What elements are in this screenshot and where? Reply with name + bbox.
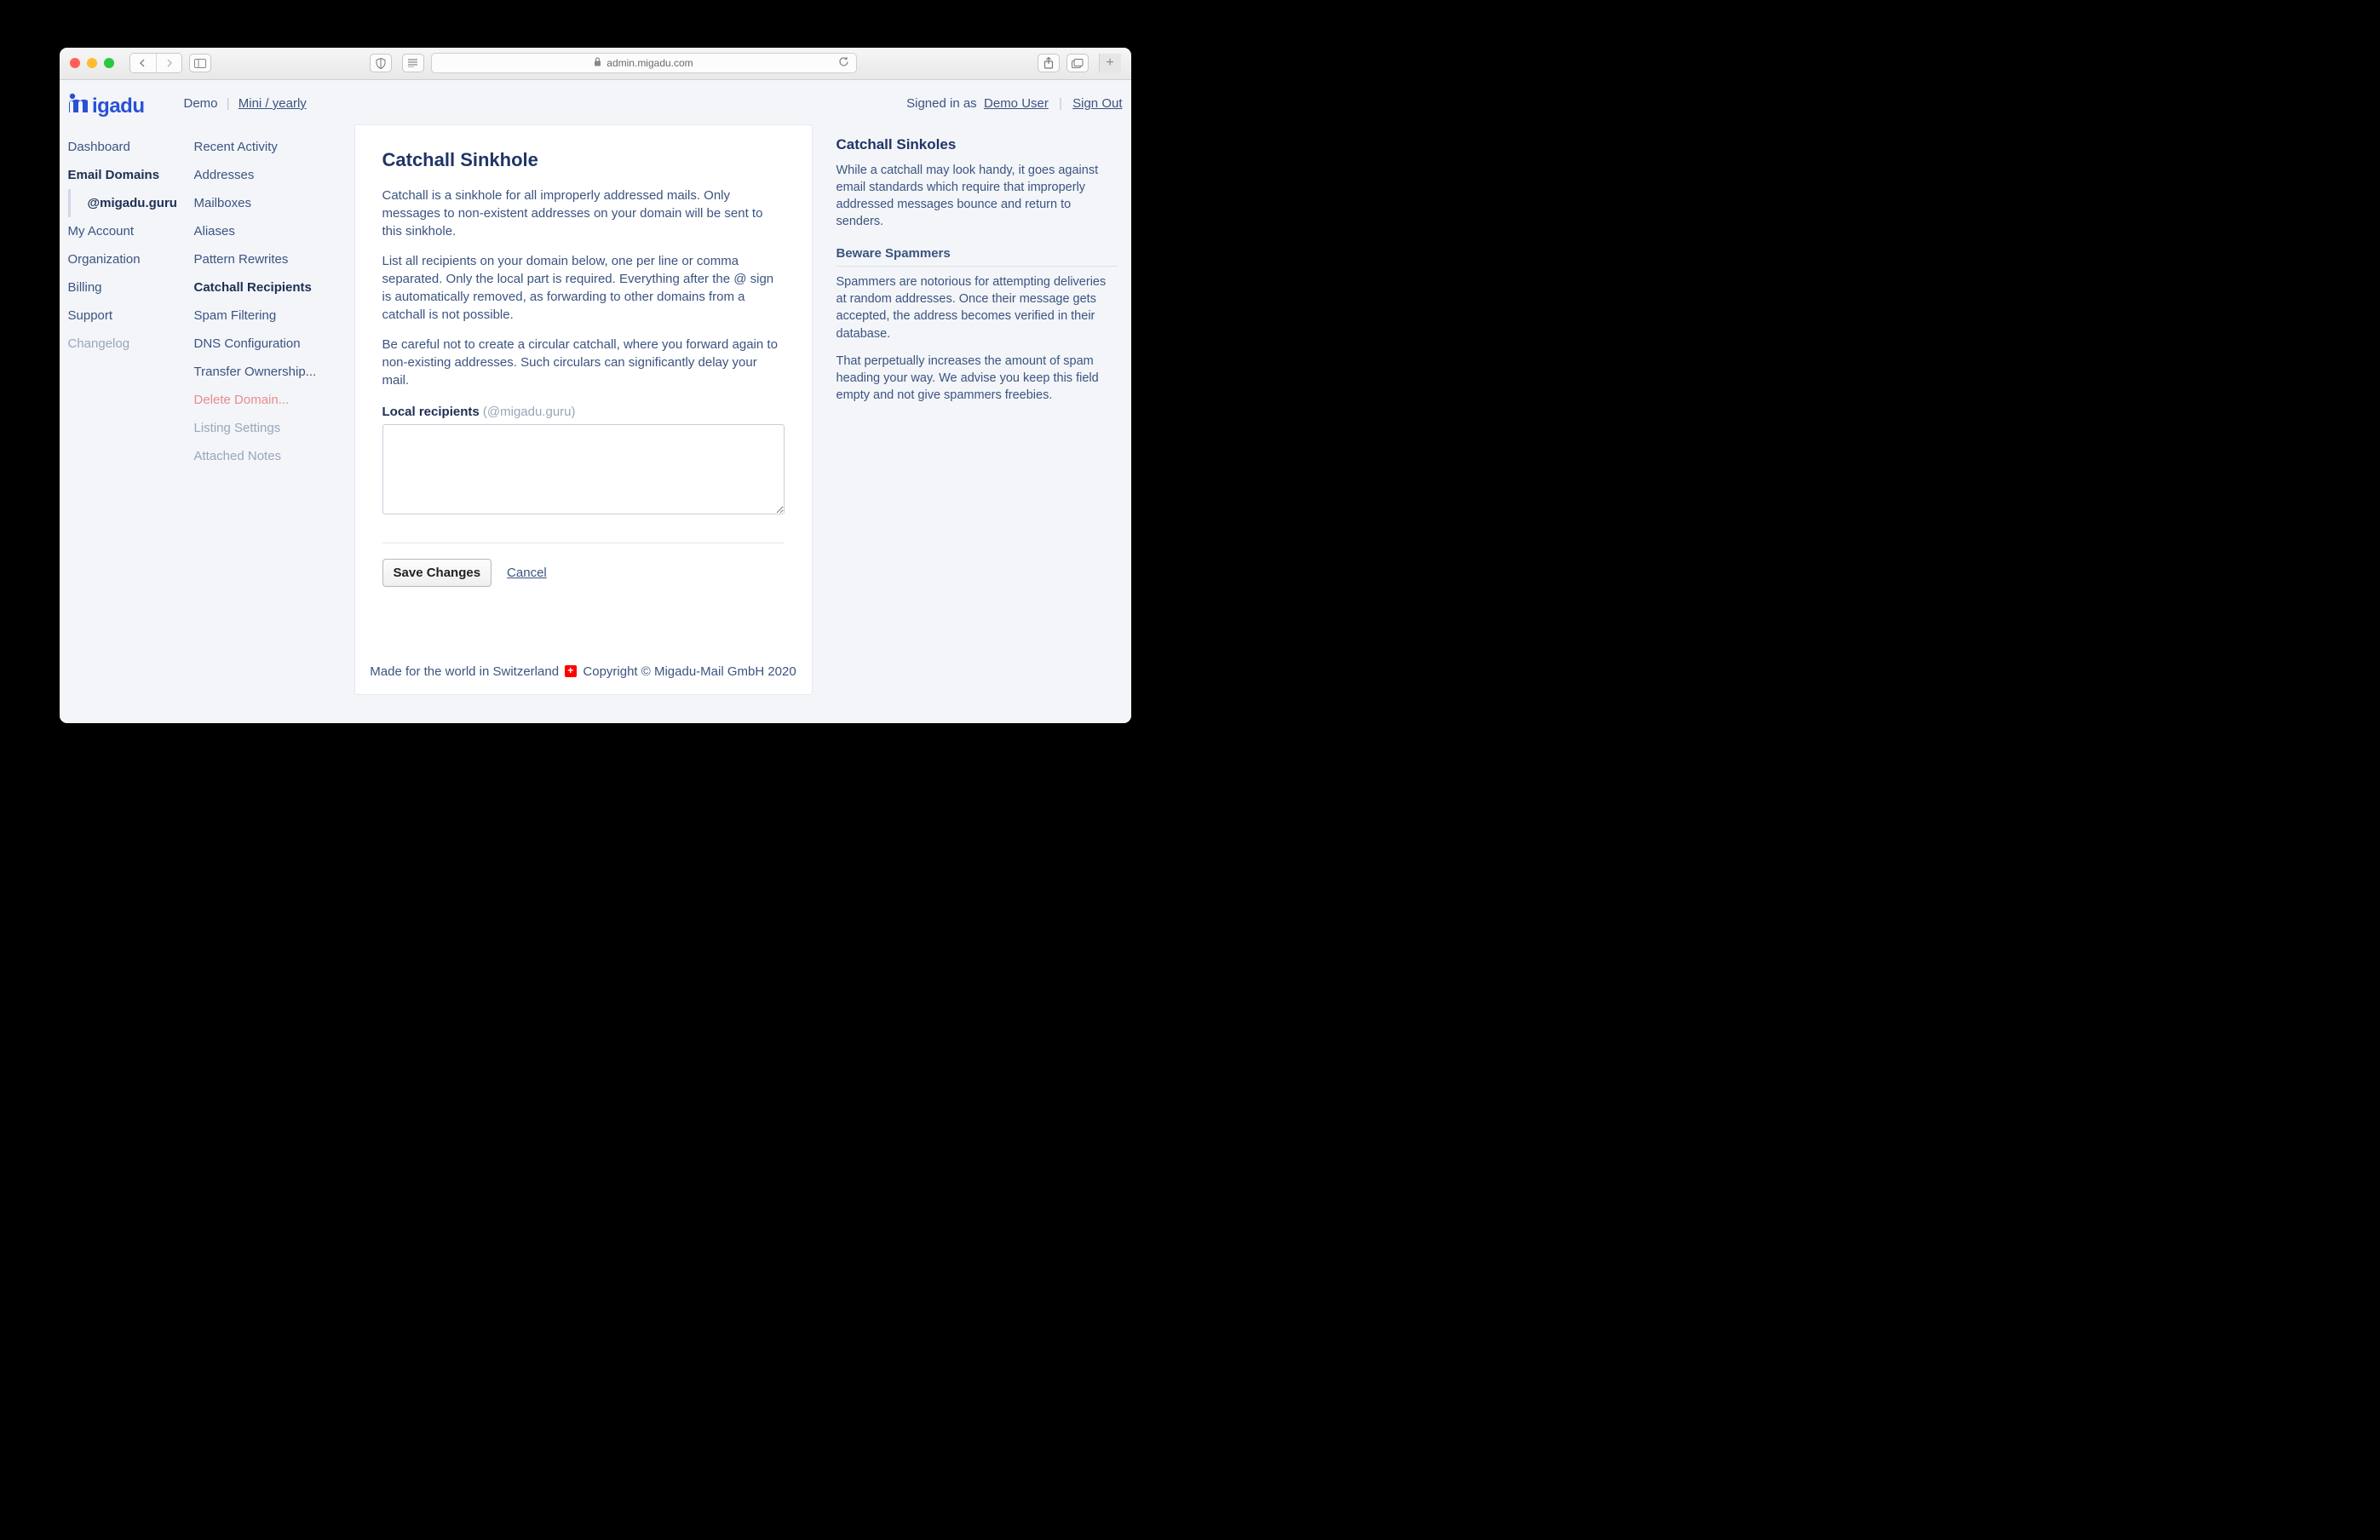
back-button[interactable] — [130, 54, 156, 72]
nav-dns-configuration[interactable]: DNS Configuration — [194, 330, 346, 358]
main-column: Catchall Sinkhole Catchall is a sinkhole… — [354, 124, 813, 695]
reload-button[interactable] — [838, 56, 849, 70]
page-title: Catchall Sinkhole — [382, 149, 785, 171]
maximize-window-button[interactable] — [104, 58, 114, 68]
aside-heading-1: Catchall Sinkoles — [836, 136, 1118, 153]
footer: Made for the world in Switzerland Copyri… — [355, 664, 812, 679]
form-actions: Save Changes Cancel — [382, 559, 785, 587]
intro-p2: List all recipients on your domain below… — [382, 252, 785, 324]
intro-p3: Be careful not to create a circular catc… — [382, 336, 785, 389]
forward-button[interactable] — [156, 54, 181, 72]
sidebar-toggle-button[interactable] — [189, 54, 211, 72]
page-content: igadu Demo | Mini / yearly Signed in as … — [60, 80, 1131, 723]
nav-billing[interactable]: Billing — [68, 273, 194, 302]
aside-heading-2: Beware Spammers — [836, 246, 1118, 267]
nav-addresses[interactable]: Addresses — [194, 161, 346, 189]
intro-p1: Catchall is a sinkhole for all improperl… — [382, 187, 785, 240]
svg-text:igadu: igadu — [92, 95, 145, 118]
nav-aliases[interactable]: Aliases — [194, 217, 346, 245]
nav-domain-current[interactable]: @migadu.guru — [68, 189, 194, 217]
browser-chrome: admin.migadu.com + — [60, 48, 1131, 80]
footer-right: Copyright © Migadu-Mail GmbH 2020 — [583, 664, 796, 679]
tabs-button[interactable] — [1066, 54, 1089, 72]
signed-in-label: Signed in as — [906, 96, 977, 111]
recipients-textarea[interactable] — [382, 424, 785, 514]
nav-recent-activity[interactable]: Recent Activity — [194, 133, 346, 161]
share-button[interactable] — [1038, 54, 1060, 72]
user-link[interactable]: Demo User — [984, 96, 1049, 111]
header-right: Signed in as Demo User | Sign Out — [906, 96, 1122, 111]
url-text: admin.migadu.com — [606, 57, 693, 69]
nav-email-domains[interactable]: Email Domains — [68, 161, 194, 189]
nav-catchall-recipients[interactable]: Catchall Recipients — [194, 273, 346, 302]
breadcrumb-demo: Demo — [184, 96, 218, 111]
sign-out-link[interactable]: Sign Out — [1072, 96, 1122, 111]
nav-dashboard[interactable]: Dashboard — [68, 133, 194, 161]
reader-button[interactable] — [402, 54, 424, 72]
nav-organization[interactable]: Organization — [68, 245, 194, 273]
nav-changelog[interactable]: Changelog — [68, 330, 194, 358]
logo[interactable]: igadu — [68, 90, 169, 118]
nav-listing-settings[interactable]: Listing Settings — [194, 414, 346, 442]
breadcrumb-plan-link[interactable]: Mini / yearly — [239, 96, 307, 111]
privacy-shield-button[interactable] — [370, 54, 392, 72]
nav-transfer-ownership[interactable]: Transfer Ownership... — [194, 358, 346, 386]
minimize-window-button[interactable] — [87, 58, 97, 68]
nav-mailboxes[interactable]: Mailboxes — [194, 189, 346, 217]
lock-icon — [594, 57, 601, 69]
nav-secondary: Recent Activity Addresses Mailboxes Alia… — [194, 124, 346, 695]
recipients-label: Local recipients (@migadu.guru) — [382, 405, 785, 419]
breadcrumb: Demo | Mini / yearly — [184, 96, 307, 111]
page-header: igadu Demo | Mini / yearly Signed in as … — [60, 80, 1131, 124]
close-window-button[interactable] — [70, 58, 80, 68]
footer-left: Made for the world in Switzerland — [370, 664, 559, 679]
browser-window: admin.migadu.com + igadu — [60, 48, 1131, 723]
nav-my-account[interactable]: My Account — [68, 217, 194, 245]
cancel-link[interactable]: Cancel — [507, 566, 547, 580]
aside-p1: While a catchall may look handy, it goes… — [836, 162, 1118, 231]
save-button[interactable]: Save Changes — [382, 559, 492, 587]
aside-p2: Spammers are notorious for attempting de… — [836, 273, 1118, 342]
nav-buttons — [129, 53, 182, 73]
nav-spam-filtering[interactable]: Spam Filtering — [194, 302, 346, 330]
nav-delete-domain[interactable]: Delete Domain... — [194, 386, 346, 414]
aside-column: Catchall Sinkoles While a catchall may l… — [836, 124, 1118, 695]
swiss-flag-icon — [565, 665, 577, 677]
nav-primary: Dashboard Email Domains @migadu.guru My … — [68, 124, 194, 695]
url-bar[interactable]: admin.migadu.com — [431, 53, 857, 73]
main-panel: Catchall Sinkhole Catchall is a sinkhole… — [354, 124, 813, 695]
traffic-lights — [70, 58, 114, 68]
nav-support[interactable]: Support — [68, 302, 194, 330]
new-tab-button[interactable]: + — [1099, 54, 1121, 72]
aside-p3: That perpetually increases the amount of… — [836, 353, 1118, 405]
nav-attached-notes[interactable]: Attached Notes — [194, 442, 346, 470]
nav-pattern-rewrites[interactable]: Pattern Rewrites — [194, 245, 346, 273]
